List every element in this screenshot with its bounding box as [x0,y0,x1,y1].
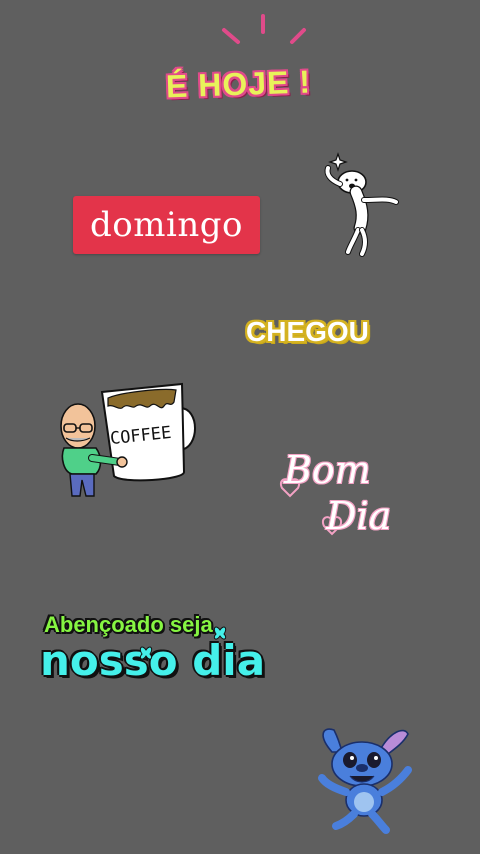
bom-dia-line1: Bom [284,448,371,492]
sticker-domingo-text: domingo [90,205,243,245]
sticker-e-hoje-text: É HOJE ! [165,63,312,105]
sticker-stitch[interactable] [312,722,422,834]
story-canvas: { "canvas": { "background": "#5f5f5f" },… [0,0,480,854]
sticker-bom-dia[interactable]: Bom Dia [276,448,406,558]
dancing-man-icon [324,152,399,257]
bom-dia-line2: Dia [326,494,392,538]
sticker-e-hoje[interactable]: É HOJE ! [160,12,320,105]
stitch-character-icon [318,728,412,834]
burst-rays-icon [222,14,306,44]
butterfly-icon [139,626,227,660]
sticker-dancing-man[interactable] [312,150,412,260]
sticker-abencoado-seja[interactable]: Abençoado seja nosso dia [40,612,270,692]
sticker-chegou-text: CHEGOU [246,316,369,347]
sticker-chegou[interactable]: CHEGOU [246,316,380,356]
sticker-domingo[interactable]: domingo [73,196,260,254]
sticker-coffee-man[interactable]: COFFEE [52,376,202,506]
